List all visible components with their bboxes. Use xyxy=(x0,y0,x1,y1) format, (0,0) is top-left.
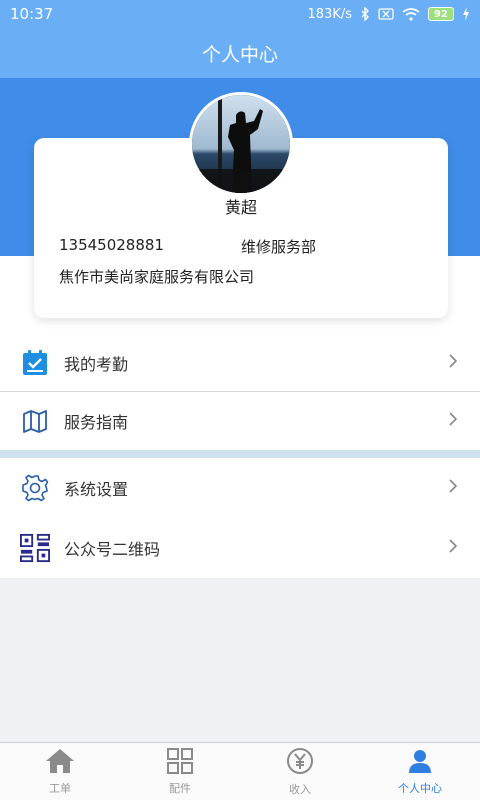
tab-label: 工单 xyxy=(49,781,71,795)
wifi-icon xyxy=(402,7,420,21)
user-phone: 13545028881 xyxy=(59,236,164,254)
status-icons: 183K/s 92 xyxy=(308,7,471,22)
status-bar: 10:37 183K/s 92 xyxy=(0,0,480,28)
network-speed: 183K/s xyxy=(307,6,353,22)
bottom-nav: 工单 配件 收入 个人中心 xyxy=(0,742,480,800)
tab-work-orders[interactable]: 工单 xyxy=(0,743,120,800)
tab-profile[interactable]: 个人中心 xyxy=(360,743,480,800)
chevron-right-icon xyxy=(448,478,458,498)
menu-label-qr-code: 公众号二维码 xyxy=(64,540,161,559)
chevron-right-icon xyxy=(448,353,458,373)
tab-label: 收入 xyxy=(289,782,311,796)
menu-label-service-guide: 服务指南 xyxy=(64,413,129,432)
menu-item-service-guide[interactable]: 服务指南 xyxy=(0,392,480,450)
menu-item-qr-code[interactable]: 公众号二维码 xyxy=(0,518,480,578)
gear-icon xyxy=(20,473,50,503)
menu-label-settings: 系统设置 xyxy=(64,480,129,499)
map-icon xyxy=(20,406,50,436)
battery-icon: 92 xyxy=(428,7,454,21)
menu-item-settings[interactable]: 系统设置 xyxy=(0,458,480,518)
charging-icon xyxy=(462,7,470,21)
tab-income[interactable]: 收入 xyxy=(240,743,360,800)
yuan-icon xyxy=(286,747,314,778)
menu-group-primary: 我的考勤 服务指南 xyxy=(0,334,480,450)
home-icon xyxy=(45,748,75,777)
bluetooth-icon xyxy=(360,7,370,21)
tab-parts[interactable]: 配件 xyxy=(120,743,240,800)
chevron-right-icon xyxy=(448,538,458,558)
sim-off-icon xyxy=(378,8,394,20)
person-icon xyxy=(407,748,433,777)
user-department: 维修服务部 xyxy=(241,238,317,256)
user-company: 焦作市美尚家庭服务有限公司 xyxy=(59,268,255,286)
grid-icon xyxy=(167,747,193,777)
menu-group-secondary: 系统设置 公众号二维码 xyxy=(0,458,480,578)
user-name: 黄超 xyxy=(224,198,257,217)
tab-label: 配件 xyxy=(169,781,191,795)
menu-item-attendance[interactable]: 我的考勤 xyxy=(0,334,480,392)
chevron-right-icon xyxy=(448,411,458,431)
section-divider xyxy=(0,450,480,458)
page-header: 个人中心 xyxy=(0,28,480,78)
calendar-check-icon xyxy=(20,348,50,378)
page-title: 个人中心 xyxy=(201,43,278,66)
app-root: 10:37 183K/s 92 个人中心 黄超 13545028881 维修服务… xyxy=(0,0,480,800)
status-time: 10:37 xyxy=(10,5,54,23)
qr-code-icon xyxy=(20,533,50,563)
menu-label-attendance: 我的考勤 xyxy=(64,355,129,374)
avatar[interactable] xyxy=(189,92,293,196)
tab-label: 个人中心 xyxy=(398,781,442,795)
